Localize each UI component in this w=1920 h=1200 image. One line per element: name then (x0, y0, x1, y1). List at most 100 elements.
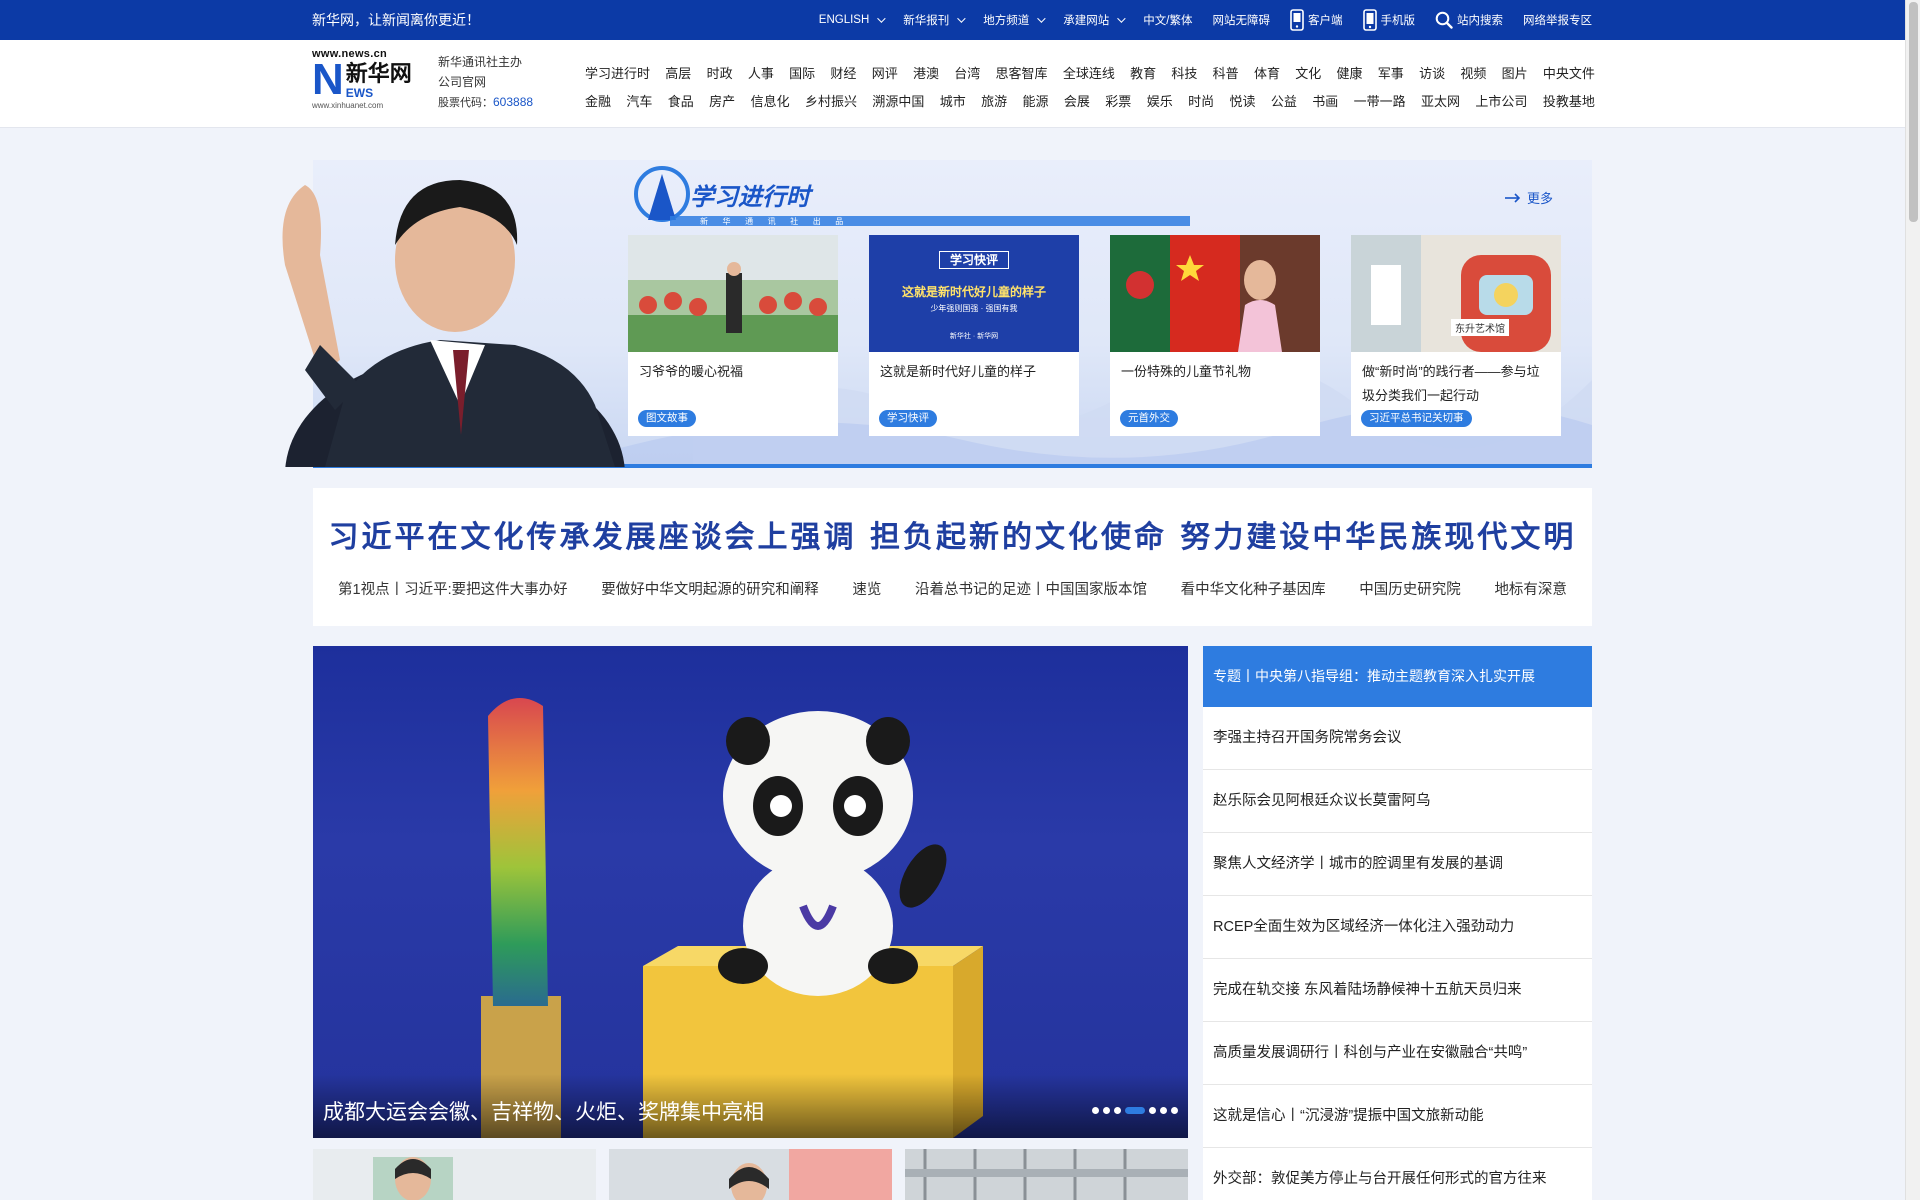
nav-link[interactable]: 中央文件 (1543, 63, 1595, 82)
slider-dot[interactable] (1114, 1107, 1121, 1114)
slider-dot[interactable] (1171, 1107, 1178, 1114)
related-link[interactable]: 沿着总书记的足迹丨中国国家版本馆 (915, 578, 1147, 599)
news-item[interactable]: 赵乐际会见阿根廷众议长莫雷阿乌 (1203, 770, 1592, 833)
nav-link[interactable]: 一带一路 (1354, 91, 1406, 110)
nav-link[interactable]: 体育 (1254, 63, 1280, 82)
slider-dot[interactable] (1149, 1107, 1156, 1114)
nav-link[interactable]: 网评 (872, 63, 898, 82)
page-scrollbar[interactable] (1905, 0, 1920, 1200)
study-card[interactable]: 习爷爷的暖心祝福 图文故事 (628, 235, 838, 436)
news-item[interactable]: 外交部：敦促美方停止与台开展任何形式的官方往来 (1203, 1148, 1592, 1200)
nav-link[interactable]: 军事 (1378, 63, 1404, 82)
scrollbar-thumb[interactable] (1909, 2, 1918, 222)
nav-link[interactable]: 学习进行时 (585, 63, 650, 82)
nav-link[interactable]: 旅游 (981, 91, 1007, 110)
xinhua-logo[interactable]: www.news.cn N 新华网 EWS www.xinhuanet.com (312, 48, 428, 124)
accessibility-link[interactable]: 网站无障碍 (1213, 12, 1271, 28)
nav-link[interactable]: 图片 (1502, 63, 1528, 82)
nav-link[interactable]: 能源 (1023, 91, 1049, 110)
nav-link[interactable]: 高层 (665, 63, 691, 82)
client-app-link[interactable]: 客户端 (1290, 9, 1343, 31)
nav-link[interactable]: 彩票 (1105, 91, 1131, 110)
nav-link[interactable]: 财经 (830, 63, 856, 82)
nav-link[interactable]: 投教基地 (1543, 91, 1595, 110)
card-tag[interactable]: 元首外交 (1120, 410, 1178, 427)
nav-link[interactable]: 全球连线 (1063, 63, 1115, 82)
nav-link[interactable]: 汽车 (626, 91, 652, 110)
corp-official-site[interactable]: 公司官网 (438, 72, 533, 92)
nav-link[interactable]: 科技 (1171, 63, 1197, 82)
top-headline[interactable]: 习近平在文化传承发展座谈会上强调 担负起新的文化使命 努力建设中华民族现代文明 (313, 512, 1592, 556)
news-item[interactable]: 聚焦人文经济学丨城市的腔调里有发展的基调 (1203, 833, 1592, 896)
nav-link[interactable]: 访谈 (1419, 63, 1445, 82)
nav-link[interactable]: 港澳 (913, 63, 939, 82)
related-link[interactable]: 第1视点丨习近平:要把这件大事办好 (338, 578, 568, 599)
nav-link[interactable]: 时尚 (1188, 91, 1214, 110)
site-search-link[interactable]: 站内搜索 (1435, 11, 1503, 29)
nav-link[interactable]: 金融 (585, 91, 611, 110)
mobile-version-link[interactable]: 手机版 (1362, 9, 1415, 31)
portrait-photo[interactable] (265, 145, 630, 467)
secondary-photo[interactable] (905, 1149, 1188, 1200)
banner-more-link[interactable]: 更多 (1505, 188, 1553, 207)
slider-dot[interactable] (1125, 1107, 1145, 1114)
nav-link[interactable]: 悦读 (1229, 91, 1255, 110)
news-item[interactable]: 高质量发展调研行丨科创与产业在安徽融合“共鸣” (1203, 1022, 1592, 1085)
study-card[interactable]: 学习快评 这就是新时代好儿童的样子 少年强则国强 · 强国有我 新华社 · 新华… (869, 235, 1079, 436)
nav-link[interactable]: 文化 (1295, 63, 1321, 82)
related-link[interactable]: 速览 (852, 578, 881, 599)
logo-chinese-name: 新华网 (345, 61, 412, 86)
featured-topic[interactable]: 专题丨中央第八指导组：推动主题教育深入扎实开展 (1203, 646, 1592, 707)
nav-link[interactable]: 城市 (940, 91, 966, 110)
hosted-sites-menu[interactable]: 承建网站 (1063, 12, 1126, 28)
nav-link[interactable]: 亚太网 (1421, 91, 1460, 110)
news-item[interactable]: 这就是信心丨“沉浸游”提振中国文旅新动能 (1203, 1085, 1592, 1148)
local-channels-menu[interactable]: 地方频道 (983, 12, 1046, 28)
nav-link[interactable]: 会展 (1064, 91, 1090, 110)
study-banner-logo[interactable]: 学习进行时 新 华 通 讯 社 出 品 (630, 160, 1190, 232)
nav-link[interactable]: 思客智库 (996, 63, 1048, 82)
secondary-photo[interactable] (609, 1149, 892, 1200)
nav-link[interactable]: 科普 (1213, 63, 1239, 82)
related-link[interactable]: 中国历史研究院 (1359, 578, 1461, 599)
slider-dot[interactable] (1092, 1107, 1099, 1114)
stock-code[interactable]: 603888 (493, 95, 533, 109)
traditional-chinese-link[interactable]: 中文/繁体 (1143, 12, 1192, 28)
nav-link[interactable]: 上市公司 (1475, 91, 1527, 110)
nav-link[interactable]: 信息化 (751, 91, 790, 110)
nav-link[interactable]: 娱乐 (1147, 91, 1173, 110)
nav-link[interactable]: 国际 (789, 63, 815, 82)
news-item[interactable]: 李强主持召开国务院常务会议 (1203, 707, 1592, 770)
nav-link[interactable]: 食品 (668, 91, 694, 110)
nav-link[interactable]: 时政 (707, 63, 733, 82)
report-zone-link[interactable]: 网络举报专区 (1523, 12, 1592, 28)
newspapers-menu[interactable]: 新华报刊 (903, 12, 966, 28)
secondary-photo[interactable] (313, 1149, 596, 1200)
photo-slider[interactable]: 成都大运会会徽、吉祥物、火炬、奖牌集中亮相 (313, 646, 1188, 1138)
slider-dot[interactable] (1103, 1107, 1110, 1114)
nav-link[interactable]: 书画 (1312, 91, 1338, 110)
nav-link[interactable]: 房产 (709, 91, 735, 110)
card-tag[interactable]: 图文故事 (638, 410, 696, 427)
nav-link[interactable]: 人事 (748, 63, 774, 82)
related-link[interactable]: 要做好中华文明起源的研究和阐释 (601, 578, 819, 599)
nav-link[interactable]: 健康 (1337, 63, 1363, 82)
study-card[interactable]: 东升艺术馆 做“新时尚”的践行者——参与垃圾分类我们一起行动 习近平总书记关切事 (1351, 235, 1561, 436)
nav-link[interactable]: 台湾 (954, 63, 980, 82)
nav-link[interactable]: 视频 (1460, 63, 1486, 82)
related-link[interactable]: 地标有深意 (1494, 578, 1567, 599)
nav-link[interactable]: 教育 (1130, 63, 1156, 82)
news-item[interactable]: RCEP全面生效为区域经济一体化注入强劲动力 (1203, 896, 1592, 959)
study-card[interactable]: 一份特殊的儿童节礼物 元首外交 (1110, 235, 1320, 436)
card-tag[interactable]: 学习快评 (879, 410, 937, 427)
slider-caption[interactable]: 成都大运会会徽、吉祥物、火炬、奖牌集中亮相 (323, 1096, 764, 1126)
slider-dot[interactable] (1160, 1107, 1167, 1114)
card-thumbnail (628, 235, 838, 352)
card-tag[interactable]: 习近平总书记关切事 (1361, 410, 1472, 427)
nav-link[interactable]: 乡村振兴 (805, 91, 857, 110)
nav-link[interactable]: 公益 (1271, 91, 1297, 110)
english-link[interactable]: ENGLISH (819, 14, 886, 26)
related-link[interactable]: 看中华文化种子基因库 (1181, 578, 1326, 599)
nav-link[interactable]: 溯源中国 (872, 91, 924, 110)
news-item[interactable]: 完成在轨交接 东风着陆场静候神十五航天员归来 (1203, 959, 1592, 1022)
